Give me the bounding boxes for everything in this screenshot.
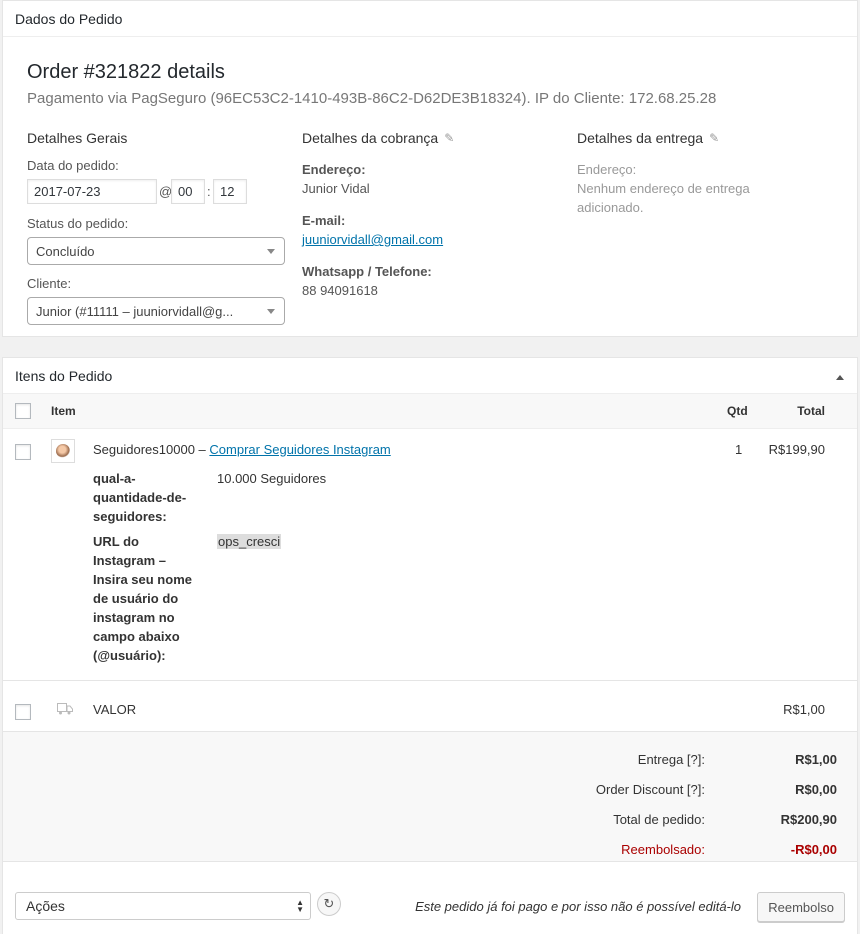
totals-label-refunded: Reembolsado:	[621, 842, 705, 857]
billing-details-header: Detalhes da cobrança ✎	[302, 128, 562, 148]
totals-label-order-total: Total de pedido:	[613, 812, 705, 827]
order-subtitle: Pagamento via PagSeguro (96EC53C2-1410-4…	[27, 90, 717, 107]
col-qty-header: Qtd	[727, 404, 748, 418]
totals-value-discount: R$0,00	[795, 782, 837, 797]
shipping-item-checkbox[interactable]	[15, 704, 31, 720]
actions-select[interactable]: Ações ▲ ▼	[15, 892, 311, 920]
shipping-address-block: Endereço: Nenhum endereço de entrega adi…	[577, 160, 750, 217]
time-colon: :	[207, 184, 211, 199]
collapse-toggle-icon[interactable]	[836, 375, 844, 380]
actions-select-value: Ações	[26, 898, 65, 914]
shipping-address-line2: adicionado.	[577, 200, 644, 215]
meta-key-line: instagram no	[93, 610, 175, 625]
product-link[interactable]: Comprar Seguidores Instagram	[209, 442, 390, 457]
meta-key-quantity: qual-a- quantidade-de- seguidores:	[93, 469, 213, 526]
pencil-icon[interactable]: ✎	[444, 132, 456, 144]
shipping-item-total: R$1,00	[783, 702, 825, 717]
customer-label: Cliente:	[27, 276, 72, 291]
meta-value-instagram-url: ops_cresci	[217, 532, 282, 551]
meta-key-line: qual-a-	[93, 471, 136, 486]
divider	[3, 680, 857, 681]
billing-details-heading: Detalhes da cobrança	[302, 130, 439, 146]
billing-email-label: E-mail:	[302, 213, 346, 228]
shipping-address-label: Endereço:	[577, 162, 637, 177]
product-image	[56, 444, 70, 458]
billing-address-block: Endereço: Junior Vidal	[302, 160, 370, 198]
billing-details-column: Detalhes da cobrança ✎	[302, 128, 562, 148]
totals-value-refunded: -R$0,00	[790, 842, 837, 857]
instagram-username: ops_cresci	[217, 534, 282, 549]
order-totals: Entrega [?]: R$1,00 Order Discount [?]: …	[3, 731, 857, 861]
totals-value-order-total: R$200,90	[780, 812, 837, 827]
truck-icon	[57, 703, 73, 715]
items-table-header: Item Qtd Total	[3, 394, 857, 429]
order-date-input[interactable]: 2017-07-23	[27, 179, 157, 204]
shipping-item-name: VALOR	[93, 702, 137, 717]
line-item-name: Seguidores10000 – Comprar Seguidores Ins…	[93, 440, 391, 459]
order-actions-bar: Ações ▲ ▼ ↻ Este pedido já foi pago e por…	[3, 861, 857, 934]
pencil-icon[interactable]: ✎	[709, 132, 721, 144]
meta-key-line: seguidores:	[93, 509, 167, 524]
totals-label-discount: Order Discount [?]:	[595, 782, 705, 797]
billing-address-label: Endereço:	[302, 162, 366, 177]
order-title: Order #321822 details	[27, 61, 225, 83]
col-total-header: Total	[797, 404, 825, 418]
product-thumbnail	[51, 439, 75, 463]
select-arrows-icon: ▲ ▼	[296, 898, 304, 914]
order-items-panel: Itens do Pedido Item Qtd Total Seguidore…	[2, 357, 858, 934]
totals-label-shipping: Entrega [?]:	[637, 752, 705, 767]
shipping-details-header: Detalhes da entrega ✎	[577, 128, 837, 148]
meta-key-line: (@usuário):	[93, 648, 166, 663]
meta-key-line: Instagram –	[93, 553, 166, 568]
meta-key-line: quantidade-de-	[93, 490, 187, 505]
customer-value: Junior (#11111 – juuniorvidall@g...	[36, 303, 234, 319]
meta-key-instagram-url: URL do Instagram – Insira seu nome de us…	[93, 532, 213, 665]
order-status-select[interactable]: Concluído	[27, 237, 285, 265]
chevron-down-icon	[267, 249, 275, 254]
shipping-address-line1: Nenhum endereço de entrega	[577, 181, 750, 196]
general-details-heading: Detalhes Gerais	[27, 130, 128, 146]
meta-key-line: Insira seu nome	[93, 572, 192, 587]
meta-key-line: de usuário do	[93, 591, 179, 606]
billing-email-link[interactable]: juuniorvidall@gmail.com	[302, 232, 443, 247]
general-details-column: Detalhes Gerais	[27, 128, 287, 148]
billing-email-block: E-mail: juuniorvidall@gmail.com	[302, 211, 443, 249]
line-item-checkbox[interactable]	[15, 444, 31, 460]
refund-button[interactable]: Reembolso	[757, 892, 845, 922]
billing-phone-label: Whatsapp / Telefone:	[302, 264, 432, 279]
chevron-down-icon	[267, 309, 275, 314]
customer-select[interactable]: Junior (#11111 – juuniorvidall@g...	[27, 297, 285, 325]
order-status-value: Concluído	[36, 243, 95, 259]
billing-phone-value: 88 94091618	[302, 283, 378, 298]
order-data-heading: Dados do Pedido	[3, 1, 857, 37]
select-all-checkbox[interactable]	[15, 403, 31, 419]
meta-key-line: campo abaixo	[93, 629, 180, 644]
billing-address-value: Junior Vidal	[302, 181, 370, 196]
order-minute-input[interactable]: 12	[213, 179, 247, 204]
order-data-panel: Dados do Pedido Order #321822 details Pa…	[2, 0, 858, 337]
order-items-heading: Itens do Pedido	[3, 358, 857, 394]
not-editable-note: Este pedido já foi pago e por isso não é…	[415, 899, 741, 914]
line-item-name-prefix: Seguidores10000 –	[93, 442, 206, 457]
line-item-total: R$199,90	[768, 442, 825, 457]
line-item-qty: 1	[735, 442, 743, 457]
col-item-header: Item	[51, 404, 76, 418]
meta-value-quantity: 10.000 Seguidores	[217, 471, 327, 486]
shipping-details-column: Detalhes da entrega ✎	[577, 128, 837, 148]
shipping-details-heading: Detalhes da entrega	[577, 130, 704, 146]
order-date-label: Data do pedido:	[27, 158, 119, 173]
order-status-label: Status do pedido:	[27, 216, 129, 231]
totals-value-shipping: R$1,00	[795, 752, 837, 767]
order-hour-input[interactable]: 00	[171, 179, 205, 204]
meta-key-line: URL do	[93, 534, 139, 549]
refresh-icon[interactable]: ↻	[317, 892, 341, 916]
billing-phone-block: Whatsapp / Telefone: 88 94091618	[302, 262, 432, 300]
